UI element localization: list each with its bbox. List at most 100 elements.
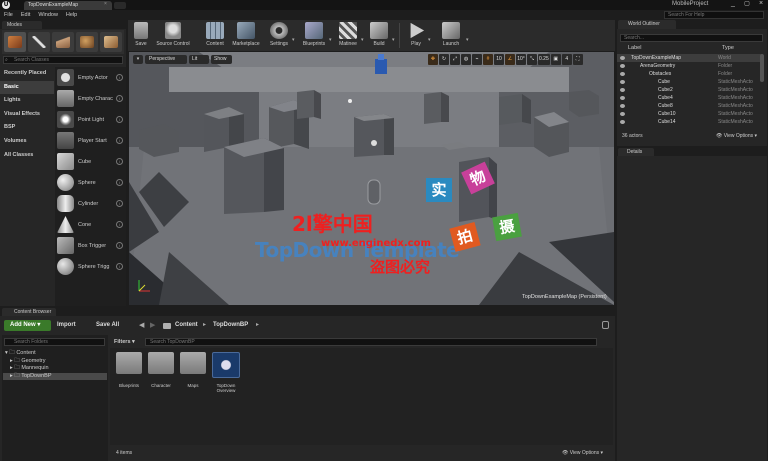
build-button[interactable]: Build: [368, 21, 390, 50]
rotation-snap-icon[interactable]: ∠: [505, 54, 515, 65]
visibility-eye-icon[interactable]: [620, 64, 625, 68]
menu-window[interactable]: Window: [38, 12, 58, 18]
settings-dropdown-icon[interactable]: ▾: [292, 37, 295, 43]
translate-icon[interactable]: ✥: [428, 54, 438, 65]
tab-close-icon[interactable]: ×: [104, 1, 107, 7]
placeable-item[interactable]: Point Light i: [55, 109, 126, 130]
visibility-eye-icon[interactable]: [620, 56, 625, 60]
outliner-search-input[interactable]: Search...: [620, 34, 763, 42]
launch-button[interactable]: Launch: [438, 21, 464, 50]
asset-topdown-overview[interactable]: TopDown Overview: [212, 352, 240, 393]
outliner-row[interactable]: Cube10 StaticMeshActo: [617, 110, 763, 118]
visibility-eye-icon[interactable]: [620, 120, 625, 124]
maximize-button[interactable]: ▢: [742, 0, 752, 10]
scale-snap-icon[interactable]: ⤡: [527, 54, 537, 65]
paint-mode-button[interactable]: [28, 32, 50, 52]
search-assets-input[interactable]: Search TopDownBP: [145, 338, 597, 346]
category-basic[interactable]: Basic: [0, 81, 54, 94]
outliner-row[interactable]: Obstacles Folder: [617, 70, 763, 78]
placeable-item[interactable]: Player Start i: [55, 130, 126, 151]
save-button[interactable]: Save: [131, 21, 151, 50]
search-classes-input[interactable]: Search Classes: [3, 56, 123, 64]
modes-tab[interactable]: Modes: [2, 21, 42, 29]
matinee-dropdown-icon[interactable]: ▾: [361, 37, 364, 43]
category-volumes[interactable]: Volumes: [0, 135, 54, 148]
visibility-eye-icon[interactable]: [620, 88, 625, 92]
tree-item-geometry[interactable]: ▸ 🗀 Geometry: [10, 358, 45, 365]
category-visual-effects[interactable]: Visual Effects: [0, 108, 54, 121]
placeable-item[interactable]: Sphere Trigg i: [55, 256, 126, 277]
search-folders-input[interactable]: Search Folders: [4, 338, 105, 346]
outliner-row[interactable]: Cube8 StaticMeshActo: [617, 102, 763, 110]
details-tab[interactable]: Details: [618, 148, 654, 156]
play-dropdown-icon[interactable]: ▾: [428, 37, 431, 43]
launch-dropdown-icon[interactable]: ▾: [466, 37, 469, 43]
grid-snap-icon[interactable]: #: [483, 54, 493, 65]
back-arrow-icon[interactable]: ◀: [139, 320, 149, 331]
help-search-input[interactable]: Search For Help: [664, 11, 764, 19]
placeable-item[interactable]: Cone i: [55, 214, 126, 235]
content-browser-tab[interactable]: Content Browser: [2, 308, 56, 316]
geometry-mode-button[interactable]: [100, 32, 122, 52]
placeable-item[interactable]: Cylinder i: [55, 193, 126, 214]
marketplace-button[interactable]: Marketplace: [230, 21, 262, 50]
visibility-eye-icon[interactable]: [620, 72, 625, 76]
placeable-item[interactable]: Cube i: [55, 151, 126, 172]
filters-button[interactable]: Filters ▾: [114, 338, 141, 346]
menu-file[interactable]: File: [4, 12, 13, 18]
placeable-item[interactable]: Empty Charac i: [55, 88, 126, 109]
rotation-snap-value[interactable]: 10°: [516, 54, 526, 65]
visibility-eye-icon[interactable]: [620, 80, 625, 84]
close-window-button[interactable]: ×: [756, 0, 766, 10]
placeable-item[interactable]: Empty Actor i: [55, 67, 126, 88]
rotate-icon[interactable]: ↻: [439, 54, 449, 65]
category-bsp[interactable]: BSP: [0, 121, 54, 134]
asset-folder-blueprints[interactable]: Blueprints: [116, 352, 142, 388]
asset-folder-character[interactable]: Character: [148, 352, 174, 388]
maximize-viewport-icon[interactable]: ⛶: [572, 54, 583, 65]
show-flags-button[interactable]: Show: [211, 55, 232, 64]
lock-icon[interactable]: [602, 321, 609, 329]
camera-speed-value[interactable]: 4: [561, 54, 572, 65]
category-all-classes[interactable]: All Classes: [0, 149, 54, 162]
outliner-scrollbar[interactable]: [760, 54, 764, 82]
tree-item-mannequin[interactable]: ▸ 🗀 Mannequin: [10, 365, 49, 372]
breadcrumb-topdownbp[interactable]: TopDownBP: [213, 320, 248, 331]
visibility-eye-icon[interactable]: [620, 112, 625, 116]
level-document-tab[interactable]: TopDownExampleMap: [24, 1, 112, 10]
viewport-options-button[interactable]: ▾: [133, 55, 143, 64]
asset-folder-maps[interactable]: Maps: [180, 352, 206, 388]
landscape-mode-button[interactable]: [52, 32, 74, 52]
visibility-eye-icon[interactable]: [620, 104, 625, 108]
add-new-button[interactable]: Add New ▾: [4, 320, 51, 331]
grid-snap-value[interactable]: 10: [494, 54, 504, 65]
tree-item-topdownbp[interactable]: ▸ 🗀 TopDownBP: [10, 373, 52, 380]
outliner-row[interactable]: Cube14 StaticMeshActo: [617, 118, 763, 126]
placeable-item[interactable]: Box Trigger i: [55, 235, 126, 256]
world-space-icon[interactable]: ◍: [461, 54, 471, 65]
tree-item-content[interactable]: ▾ 🗀 Content: [5, 350, 36, 357]
forward-arrow-icon[interactable]: ▶: [150, 320, 160, 331]
surface-snap-icon[interactable]: ⌁: [472, 54, 482, 65]
outliner-label-header[interactable]: Label: [628, 45, 641, 51]
import-button[interactable]: Import: [57, 320, 89, 331]
blueprints-button[interactable]: Blueprints: [298, 21, 330, 50]
category-recently-placed[interactable]: Recently Placed: [0, 67, 54, 80]
category-lights[interactable]: Lights: [0, 94, 54, 107]
settings-button[interactable]: Settings: [266, 21, 292, 50]
save-all-button[interactable]: Save All: [96, 320, 132, 331]
placeable-item[interactable]: Sphere i: [55, 172, 126, 193]
source-control-button[interactable]: Source Control: [154, 21, 192, 50]
outliner-row[interactable]: Cube4 StaticMeshActo: [617, 94, 763, 102]
scale-icon[interactable]: ⤢: [450, 54, 460, 65]
perspective-button[interactable]: Perspective: [145, 55, 187, 64]
build-dropdown-icon[interactable]: ▾: [392, 37, 395, 43]
outliner-row[interactable]: Cube2 StaticMeshActo: [617, 86, 763, 94]
scale-snap-value[interactable]: 0.25: [538, 54, 550, 65]
outliner-view-options[interactable]: 👁 View Options ▾: [716, 133, 757, 139]
outliner-row[interactable]: TopDownExampleMap World: [617, 54, 763, 62]
world-outliner-tab[interactable]: World Outliner: [618, 20, 676, 29]
play-button[interactable]: Play: [405, 21, 427, 50]
foliage-mode-button[interactable]: [76, 32, 98, 52]
breadcrumb-separator-icon[interactable]: ▸: [203, 320, 206, 331]
